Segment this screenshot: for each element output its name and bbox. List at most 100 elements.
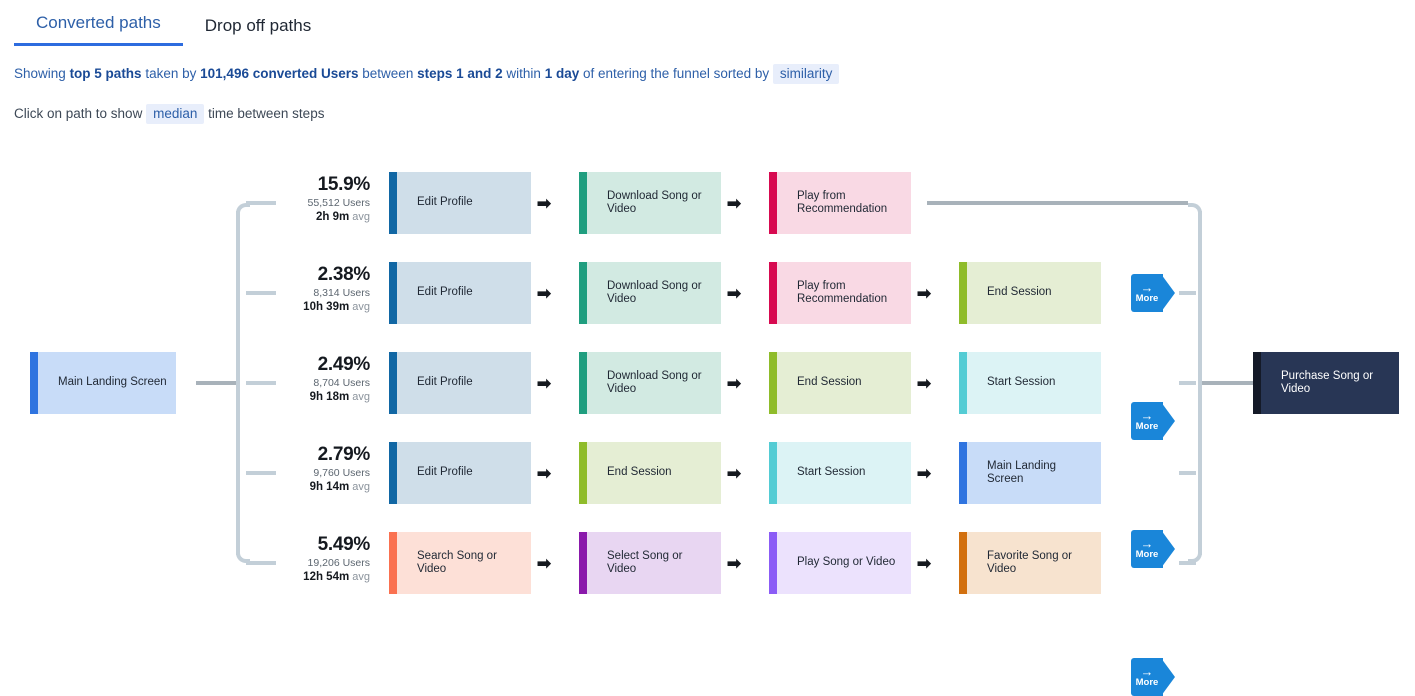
node-label: End Session <box>797 376 862 389</box>
step-arrow-icon: ➡ <box>726 553 742 573</box>
connector-branch <box>246 561 276 565</box>
path-users: 55,512 Users <box>307 197 370 209</box>
more-button-label: More <box>1135 677 1159 688</box>
arrow-right-icon: → <box>1140 536 1154 551</box>
step-arrow-icon: ➡ <box>536 283 552 303</box>
step-arrow-icon: ➡ <box>726 283 742 303</box>
path-node[interactable]: Edit Profile <box>389 442 531 504</box>
node-label: Start Session <box>797 466 866 479</box>
more-button-tip <box>1161 274 1175 312</box>
node-label: Edit Profile <box>417 466 473 479</box>
more-button-label: More <box>1135 549 1159 560</box>
more-button-body: → More <box>1131 658 1163 696</box>
arrow-right-icon: → <box>1140 408 1154 423</box>
more-button-label: More <box>1135 421 1159 432</box>
connector-branch <box>246 291 276 295</box>
more-paths-button[interactable]: → More <box>1131 402 1175 440</box>
node-label: Search Song or Video <box>417 549 497 576</box>
step-arrow-icon: ➡ <box>536 463 552 483</box>
node-label: Purchase Song or Video <box>1281 369 1374 396</box>
path-node[interactable]: End Session <box>959 262 1101 324</box>
path-node[interactable]: Play from Recommendation <box>769 262 911 324</box>
path-node[interactable]: Edit Profile <box>389 352 531 414</box>
path-avg-time: 9h 18m avg <box>309 391 370 403</box>
step-arrow-icon: ➡ <box>536 553 552 573</box>
node-label: End Session <box>607 466 672 479</box>
path-users: 19,206 Users <box>307 557 370 569</box>
path-node[interactable]: End Session <box>769 352 911 414</box>
path-node[interactable]: Download Song or Video <box>579 352 721 414</box>
path-avg-time: 12h 54m avg <box>303 571 370 583</box>
more-paths-button[interactable]: → More <box>1131 274 1175 312</box>
path-node[interactable]: Edit Profile <box>389 172 531 234</box>
step-arrow-icon: ➡ <box>726 193 742 213</box>
path-node[interactable]: Main Landing Screen <box>959 442 1101 504</box>
more-button-body: → More <box>1131 274 1163 312</box>
node-label: Start Session <box>987 376 1056 389</box>
more-button-tip <box>1161 658 1175 696</box>
step-arrow-icon: ➡ <box>536 373 552 393</box>
more-button-label: More <box>1135 293 1159 304</box>
path-percent: 2.38% <box>317 264 371 285</box>
path-stats: 2.49% 8,704 Users 9h 18m avg <box>282 353 371 405</box>
path-diagram: Main Landing Screen Purchase Song or Vide… <box>0 0 1415 696</box>
path-percent: 5.49% <box>317 534 371 555</box>
path-percent: 15.9% <box>317 174 371 195</box>
path-node[interactable]: End Session <box>579 442 721 504</box>
step-arrow-icon: ➡ <box>916 553 932 573</box>
step-arrow-icon: ➡ <box>916 373 932 393</box>
path-node-end[interactable]: Purchase Song or Video <box>1253 352 1399 414</box>
step-arrow-icon: ➡ <box>536 193 552 213</box>
step-arrow-icon: ➡ <box>726 463 742 483</box>
more-paths-button[interactable]: → More <box>1131 658 1175 696</box>
node-label: Edit Profile <box>417 376 473 389</box>
path-stats: 15.9% 55,512 Users 2h 9m avg <box>282 173 371 225</box>
path-node[interactable]: Play Song or Video <box>769 532 911 594</box>
node-label: Download Song or Video <box>607 279 702 306</box>
connector-corner <box>1188 203 1202 217</box>
node-label: Edit Profile <box>417 196 473 209</box>
node-label: Play from Recommendation <box>797 279 888 306</box>
node-label: Download Song or Video <box>607 369 702 396</box>
node-label: Play from Recommendation <box>797 189 888 216</box>
path-node[interactable]: Start Session <box>959 352 1101 414</box>
connector-branch <box>246 471 276 475</box>
node-label: Edit Profile <box>417 286 473 299</box>
step-arrow-icon: ➡ <box>726 373 742 393</box>
path-percent: 2.79% <box>317 444 371 465</box>
path-stats: 5.49% 19,206 Users 12h 54m avg <box>282 533 370 585</box>
step-arrow-icon: ➡ <box>916 283 932 303</box>
path-node[interactable]: Download Song or Video <box>579 262 721 324</box>
node-label: Main Landing Screen <box>58 376 167 389</box>
path-node[interactable]: Search Song or Video <box>389 532 531 594</box>
more-button-body: → More <box>1131 402 1163 440</box>
node-label: Main Landing Screen <box>987 459 1057 486</box>
more-button-body: → More <box>1131 530 1163 568</box>
path-avg-time: 2h 9m avg <box>315 211 370 223</box>
node-label: Play Song or Video <box>797 556 896 569</box>
node-label: Favorite Song or Video <box>987 549 1073 576</box>
path-users: 8,314 Users <box>313 287 370 299</box>
connector-corner <box>236 203 250 217</box>
node-label: Download Song or Video <box>607 189 702 216</box>
more-paths-button[interactable]: → More <box>1131 530 1175 568</box>
connector-branch <box>246 381 276 385</box>
more-button-tip <box>1161 402 1175 440</box>
more-button-tip <box>1161 530 1175 568</box>
step-arrow-icon: ➡ <box>916 463 932 483</box>
path-percent: 2.49% <box>317 354 371 375</box>
arrow-right-icon: → <box>1140 664 1154 679</box>
node-label: Select Song or Video <box>607 549 683 576</box>
path-node[interactable]: Favorite Song or Video <box>959 532 1101 594</box>
connector-branch <box>246 201 276 205</box>
path-node-start[interactable]: Main Landing Screen <box>30 352 176 414</box>
path-stats: 2.38% 8,314 Users 10h 39m avg <box>282 263 370 315</box>
path-avg-time: 9h 14m avg <box>309 481 370 493</box>
path-node[interactable]: Download Song or Video <box>579 172 721 234</box>
path-node[interactable]: Select Song or Video <box>579 532 721 594</box>
path-stats: 2.79% 9,760 Users 9h 14m avg <box>282 443 371 495</box>
path-node[interactable]: Play from Recommendation <box>769 172 911 234</box>
path-users: 8,704 Users <box>313 377 370 389</box>
path-node[interactable]: Start Session <box>769 442 911 504</box>
path-node[interactable]: Edit Profile <box>389 262 531 324</box>
